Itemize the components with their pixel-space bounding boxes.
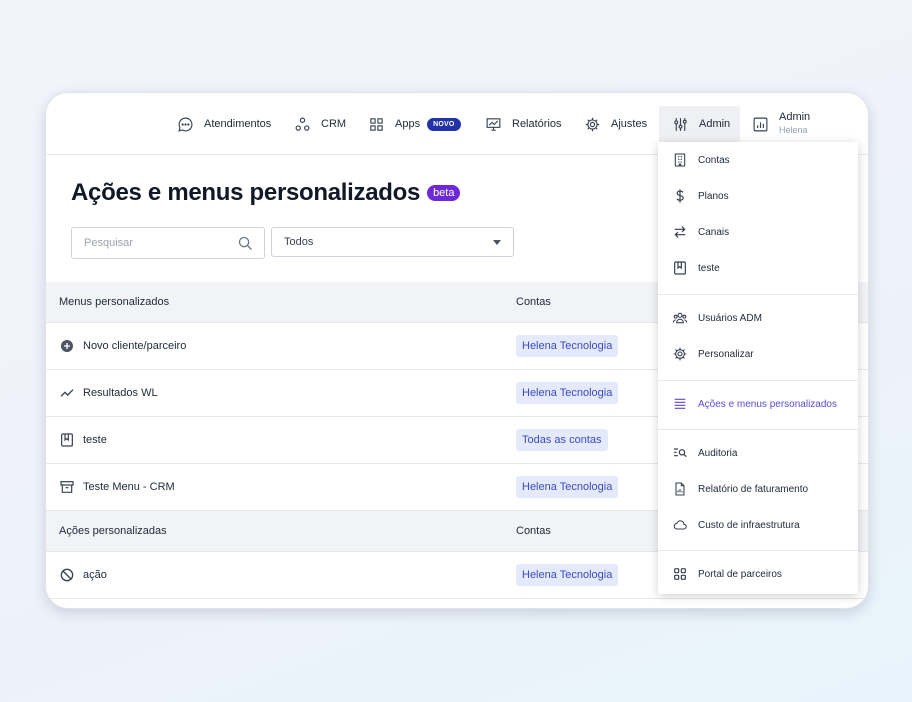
beta-badge: beta	[427, 185, 461, 201]
nodes-icon	[295, 117, 310, 131]
row-name: Novo cliente/parceiro	[83, 340, 187, 352]
menu-item-label: Planos	[698, 190, 729, 202]
menu-divider	[658, 294, 858, 295]
menu-item-label: Contas	[698, 154, 730, 166]
page-title: Ações e menus personalizados beta	[71, 179, 461, 207]
menu-divider	[658, 429, 858, 430]
presentation-chart-icon	[486, 117, 501, 131]
app-window: Atendimentos CRM Apps NOVO Relatórios Aj…	[46, 93, 868, 608]
bar-chart-icon	[753, 117, 768, 131]
arrows-swap-icon	[674, 226, 686, 238]
search-icon[interactable]	[237, 235, 254, 252]
menu-item-canais[interactable]: Canais	[658, 214, 858, 250]
menu-item-acoes-menus[interactable]: Ações e menus personalizados	[658, 386, 858, 422]
menu-item-label: Custo de infraestrutura	[698, 519, 800, 531]
nav-crm-label: CRM	[321, 118, 347, 130]
dollar-icon	[676, 189, 684, 203]
menu-item-label: Canais	[698, 226, 730, 238]
menu-item-portal-parceiros[interactable]: Portal de parceiros	[658, 556, 858, 592]
account-chip: Helena Tecnologia	[516, 564, 619, 586]
chat-bubble-icon	[178, 117, 193, 132]
book-icon	[674, 261, 686, 275]
menu-item-label: Auditoria	[698, 447, 738, 459]
user-name: Helena	[779, 125, 808, 135]
trend-line-icon	[60, 389, 74, 397]
cloud-icon	[673, 520, 687, 530]
menu-item-label: Portal de parceiros	[698, 568, 782, 580]
account-chip: Helena Tecnologia	[516, 476, 619, 498]
col-header-accounts: Contas	[516, 296, 551, 308]
book-icon	[61, 433, 73, 447]
menu-item-label: Relatório de faturamento	[698, 483, 809, 495]
plus-circle-icon	[61, 340, 73, 352]
grid-icon	[674, 568, 686, 580]
list-icon	[674, 398, 686, 409]
nav-atendimentos-label: Atendimentos	[204, 118, 272, 130]
gear-icon	[673, 347, 687, 361]
menu-divider	[658, 550, 858, 551]
building-icon	[674, 153, 686, 167]
col-header-accounts: Contas	[516, 525, 551, 537]
menu-item-label: Usuários ADM	[698, 312, 762, 324]
user-account-menu[interactable]: Admin Helena	[752, 106, 810, 142]
menu-item-label: Ações e menus personalizados	[698, 398, 837, 410]
users-icon	[672, 312, 688, 324]
nav-apps[interactable]: Apps NOVO	[368, 106, 461, 142]
filter-selected-value: Todos	[284, 236, 314, 248]
menu-item-usuarios-adm[interactable]: Usuários ADM	[658, 300, 858, 336]
col-header-actions: Ações personalizadas	[59, 525, 167, 537]
accounts-filter-select[interactable]: Todos	[271, 227, 514, 257]
nav-relatorios-label: Relatórios	[512, 118, 562, 130]
report-file-icon	[675, 482, 685, 496]
menu-item-planos[interactable]: Planos	[658, 178, 858, 214]
nav-atendimentos[interactable]: Atendimentos	[177, 106, 271, 142]
archive-icon	[60, 481, 74, 493]
ban-icon	[60, 568, 74, 582]
grid-icon	[370, 117, 383, 131]
user-role: Admin	[779, 111, 811, 123]
row-name: ação	[83, 569, 107, 581]
menu-item-custo-infra[interactable]: Custo de infraestrutura	[658, 507, 858, 543]
menu-item-teste[interactable]: teste	[658, 250, 858, 286]
nav-admin[interactable]: Admin	[659, 106, 740, 142]
nav-apps-label: Apps	[395, 118, 421, 130]
nav-crm[interactable]: CRM	[294, 106, 346, 142]
search-input[interactable]	[84, 237, 224, 249]
audit-search-icon	[674, 448, 687, 458]
row-name: Teste Menu - CRM	[83, 481, 175, 493]
menu-item-personalizar[interactable]: Personalizar	[658, 336, 858, 372]
search-box[interactable]	[71, 227, 265, 259]
admin-dropdown-menu: Contas Planos Canais teste Usuários ADM …	[658, 142, 858, 594]
account-chip: Helena Tecnologia	[516, 382, 619, 404]
gear-icon	[585, 117, 600, 131]
menu-item-label: Personalizar	[698, 348, 754, 360]
menu-item-relatorio-faturamento[interactable]: Relatório de faturamento	[658, 471, 858, 507]
menu-divider	[658, 380, 858, 381]
menu-item-auditoria[interactable]: Auditoria	[658, 435, 858, 471]
account-chip: Helena Tecnologia	[516, 335, 619, 357]
nav-relatorios[interactable]: Relatórios	[485, 106, 562, 142]
row-name: teste	[83, 434, 107, 446]
chevron-down-icon	[493, 239, 501, 245]
sliders-icon	[674, 117, 687, 131]
col-header-menus: Menus personalizados	[59, 296, 170, 308]
novo-badge: NOVO	[427, 117, 461, 131]
row-name: Resultados WL	[83, 387, 158, 399]
nav-ajustes[interactable]: Ajustes	[584, 106, 647, 142]
page-title-text: Ações e menus personalizados	[71, 179, 421, 206]
nav-ajustes-label: Ajustes	[611, 118, 648, 130]
menu-item-contas[interactable]: Contas	[658, 142, 858, 178]
menu-item-label: teste	[698, 262, 720, 274]
nav-admin-label: Admin	[699, 118, 731, 130]
account-chip: Todas as contas	[516, 429, 608, 451]
